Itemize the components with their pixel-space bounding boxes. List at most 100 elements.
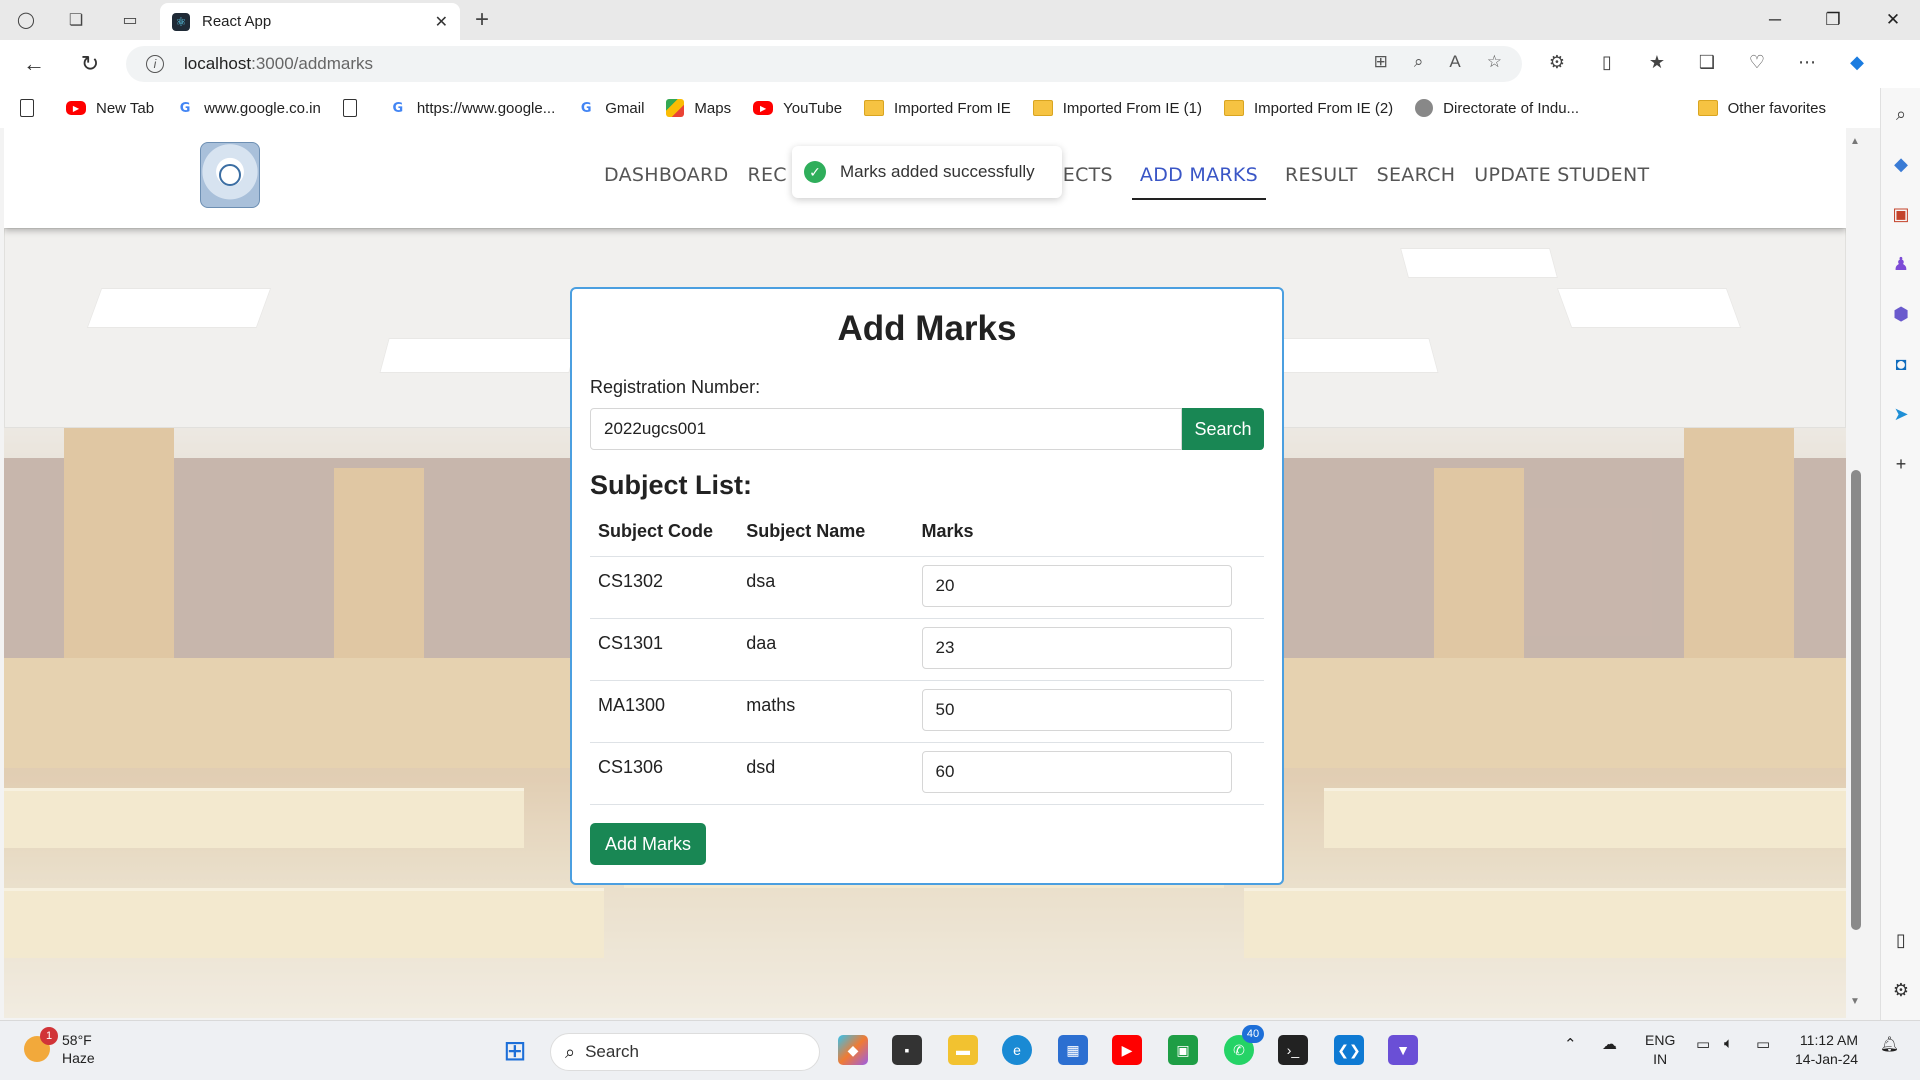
microsoft-store-icon[interactable]: ▦ [1058,1035,1088,1065]
bookmark-new-tab[interactable]: ▶ New Tab [66,100,154,117]
windows-start-icon[interactable]: ⊞ [500,1035,530,1066]
scroll-down-arrow-icon[interactable]: ▼ [1850,996,1860,1007]
read-aloud-icon[interactable]: A [1449,52,1460,72]
bookmark-imported-ie-1[interactable]: Imported From IE (1) [1032,100,1202,117]
sidebar-toggle-icon[interactable]: ▯ [1889,928,1913,952]
subject-name-cell: dsa [738,556,914,619]
bookmark-imported-ie[interactable]: Imported From IE [864,100,1011,117]
shopping-tag-icon[interactable]: ◆ [1889,152,1913,176]
add-icon[interactable]: + [1889,452,1913,476]
profile-icon[interactable]: ◯ [14,8,38,32]
collections-icon[interactable]: ❑ [1682,52,1732,73]
split-screen-icon[interactable]: ▯ [1582,52,1632,73]
address-bar[interactable]: i localhost:3000/addmarks ⊞ ⌕ A ☆ [126,46,1522,82]
college-logo[interactable] [200,142,260,208]
registration-number-input[interactable] [590,408,1182,450]
nav-add-marks[interactable]: ADD MARKS [1131,164,1267,200]
language-indicator[interactable]: ENG IN [1645,1031,1675,1069]
favorites-icon[interactable]: ★ [1632,52,1682,73]
bookmark-gmail[interactable]: G Gmail [577,99,645,117]
table-row: MA1300 maths [590,680,1264,743]
copilot-app-icon[interactable]: ◆ [838,1035,868,1065]
tab-actions-icon[interactable]: ▭ [118,8,142,32]
marks-input[interactable] [921,565,1232,607]
more-options-icon[interactable]: ⋯ [1782,52,1832,73]
show-hidden-icons-chevron-icon[interactable]: ⌃ [1564,1035,1577,1053]
bookmark-google-co-in[interactable]: Gwww.google.co.in [176,99,321,117]
outlook-icon[interactable]: ◘ [1889,352,1913,376]
search-icon[interactable]: ⌕ [1889,102,1913,126]
wifi-icon[interactable]: ▭ [1696,1035,1710,1053]
tab-title: React App [202,13,272,30]
network-icon[interactable]: ☁ [1602,1035,1617,1053]
volume-icon[interactable]: 🔈︎ [1724,1035,1733,1052]
marks-input[interactable] [921,689,1232,731]
nav-subjects[interactable]: JECTS [1057,164,1113,200]
classroom-app-icon[interactable]: ▣ [1168,1035,1198,1065]
notification-bell-icon[interactable]: 🔔︎ [1880,1035,1899,1053]
page-viewport: DASHBOARD REC JECTS ADD MARKS RESULT SEA… [4,128,1846,1018]
bookmark-other-favorites[interactable]: Other favorites [1697,88,1826,128]
region-code: IN [1653,1051,1668,1067]
search-button[interactable]: Search [1182,408,1264,450]
bookmark-imported-ie-2[interactable]: Imported From IE (2) [1223,100,1393,117]
bookmark-blank-doc[interactable] [20,99,44,117]
bookmark-directorate[interactable]: Directorate of Indu... [1415,99,1579,117]
success-toast[interactable]: ✓ Marks added successfully [792,146,1062,198]
marks-input[interactable] [921,627,1232,669]
bookmark-label: Imported From IE [894,99,1011,117]
tab-react-app[interactable]: ⚛ React App ✕ [160,3,460,40]
scrollbar-thumb[interactable] [1851,470,1861,930]
nav-dashboard[interactable]: DASHBOARD [604,164,729,200]
youtube-app-icon[interactable]: ▶ [1112,1035,1142,1065]
send-icon[interactable]: ➤ [1889,402,1913,426]
back-button[interactable]: ← [20,50,48,78]
performance-icon[interactable]: ♡ [1732,52,1782,73]
command-prompt-icon[interactable]: ›_ [1278,1035,1308,1065]
battery-icon[interactable]: ▭ [1756,1035,1770,1053]
add-marks-button[interactable]: Add Marks [590,823,706,865]
bookmark-maps[interactable]: Maps [666,99,731,117]
edge-browser-icon[interactable]: e [1002,1035,1032,1065]
copilot-icon[interactable]: ◆ [1832,52,1882,73]
restore-button[interactable]: ❐ [1818,6,1848,34]
refresh-button[interactable]: ↻ [76,50,104,78]
app-available-icon[interactable]: ⊞ [1374,52,1388,72]
scroll-up-arrow-icon[interactable]: ▲ [1850,136,1860,147]
extensions-icon[interactable]: ⚙ [1532,52,1582,73]
url-text[interactable]: localhost:3000/addmarks [184,54,373,74]
registration-label: Registration Number: [590,377,761,397]
settings-gear-icon[interactable]: ⚙ [1889,978,1913,1002]
tools-icon[interactable]: ▣ [1889,202,1913,226]
marks-cell [913,556,1264,619]
document-icon [342,99,357,117]
minimize-button[interactable]: ─ [1760,6,1790,34]
system-clock[interactable]: 11:12 AM 14-Jan-24 [1795,1031,1858,1069]
nav-update-student[interactable]: UPDATE STUDENT [1474,164,1649,200]
bookmark-doc[interactable] [342,99,367,117]
zoom-icon[interactable]: ⌕ [1414,52,1424,72]
close-window-button[interactable]: ✕ [1878,6,1908,34]
bookmark-google-url[interactable]: Ghttps://www.google... [389,99,555,117]
taskbar-search[interactable]: ⌕ Search [550,1033,820,1071]
close-tab-icon[interactable]: ✕ [435,12,448,32]
workspaces-icon[interactable]: ❏ [64,8,88,32]
nav-search[interactable]: SEARCH [1377,164,1456,200]
nav-result[interactable]: RESULT [1285,164,1358,200]
bookmark-youtube[interactable]: ▶ YouTube [753,100,842,117]
marks-input[interactable] [921,751,1232,793]
app-triangle-icon[interactable]: ▼ [1388,1035,1418,1065]
nav-register[interactable]: REC [748,164,787,200]
microsoft365-icon[interactable]: ⬢ [1889,302,1913,326]
file-explorer-icon[interactable]: ▬ [948,1035,978,1065]
info-icon[interactable]: i [146,55,164,73]
games-icon[interactable]: ♟ [1889,252,1913,276]
vscode-icon[interactable]: ❮❯ [1334,1035,1364,1065]
taskbar-search-label: Search [585,1042,639,1061]
whatsapp-icon[interactable]: ✆ 40 [1224,1025,1264,1065]
new-tab-button[interactable]: + [468,6,496,34]
favorite-star-icon[interactable]: ☆ [1487,52,1502,72]
weather-temperature: 58°F [62,1032,92,1048]
weather-widget[interactable]: 1 58°F Haze [24,1027,95,1067]
terminal-app-icon[interactable]: ▪ [892,1035,922,1065]
